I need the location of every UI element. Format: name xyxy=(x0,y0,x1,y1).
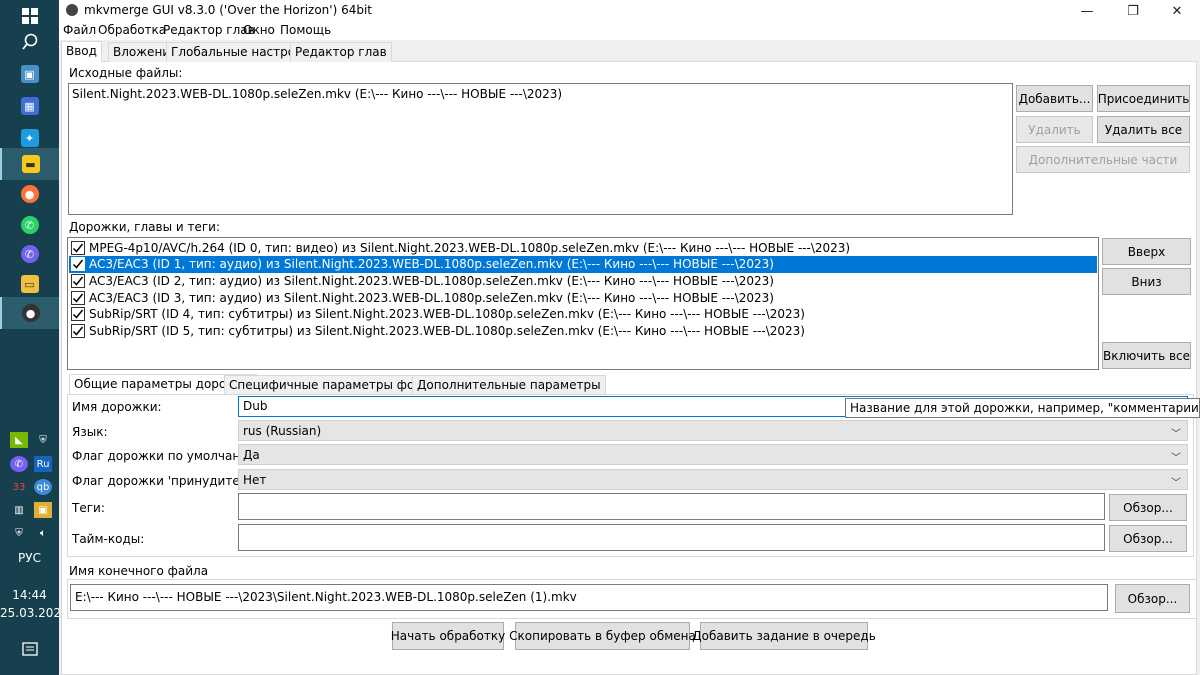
track-name-label: Имя дорожки: xyxy=(72,400,162,414)
search-icon[interactable] xyxy=(0,26,59,58)
source-files-label: Исходные файлы: xyxy=(69,66,183,80)
track-label: AC3/EAC3 (ID 2, тип: аудио) из Silent.Ni… xyxy=(89,273,774,288)
remove-all-button[interactable]: Удалить все xyxy=(1097,116,1190,143)
close-icon[interactable]: ✕ xyxy=(1154,0,1200,22)
track-row[interactable]: MPEG-4p10/AVC/h.264 (ID 0, тип: видео) и… xyxy=(69,239,1097,256)
language-select[interactable]: rus (Russian) ﹀ xyxy=(238,420,1188,441)
track-checkbox[interactable] xyxy=(71,324,85,338)
menu-chapter-editor[interactable]: Редактор глав xyxy=(163,23,255,37)
firefox-icon[interactable]: ● xyxy=(0,178,59,210)
chevron-down-icon: ﹀ xyxy=(1171,453,1181,464)
app-tray-icon[interactable]: ▣ xyxy=(34,502,52,518)
input-language[interactable]: РУС xyxy=(0,551,59,565)
timecodes-input[interactable] xyxy=(238,524,1105,551)
qbittorrent-icon[interactable]: qb xyxy=(34,479,52,495)
track-row[interactable]: AC3/EAC3 (ID 3, тип: аудио) из Silent.Ni… xyxy=(69,289,1097,306)
app-logo-icon xyxy=(66,4,78,16)
default-flag-label: Флаг дорожки по умолчанию: xyxy=(72,449,263,463)
move-down-button[interactable]: Вниз xyxy=(1102,268,1191,295)
track-name-tooltip: Название для этой дорожки, например, "ко… xyxy=(845,398,1200,418)
source-file-item[interactable]: Silent.Night.2023.WEB-DL.1080p.seleZen.m… xyxy=(69,84,1012,104)
track-label: AC3/EAC3 (ID 1, тип: аудио) из Silent.Ni… xyxy=(89,257,774,272)
menu-process[interactable]: Обработка xyxy=(98,23,166,37)
tags-browse-button[interactable]: Обзор... xyxy=(1109,494,1187,521)
app-icon-2[interactable]: ▦ xyxy=(0,90,59,122)
tab-input[interactable]: Ввод xyxy=(61,41,102,62)
tab-chapter-editor[interactable]: Редактор глав xyxy=(290,42,392,62)
counter-badge-text: 33 xyxy=(12,481,26,493)
chevron-down-icon: ﹀ xyxy=(1171,478,1181,489)
viber-icon[interactable]: ✆ xyxy=(0,238,59,270)
forced-flag-select[interactable]: Нет ﹀ xyxy=(238,469,1188,490)
menu-file[interactable]: Файл xyxy=(63,23,96,37)
track-label: MPEG-4p10/AVC/h.264 (ID 0, тип: видео) и… xyxy=(89,240,851,255)
minimize-icon[interactable]: — xyxy=(1064,0,1110,22)
track-checkbox[interactable] xyxy=(71,240,85,255)
ru-badge-text: Ru xyxy=(36,458,50,470)
nvidia-icon[interactable]: ◣ xyxy=(10,432,28,448)
tags-input[interactable] xyxy=(238,493,1105,520)
track-row[interactable]: AC3/EAC3 (ID 1, тип: аудио) из Silent.Ni… xyxy=(69,255,1097,273)
volume-icon[interactable]: 🔈︎ xyxy=(34,525,52,541)
file-explorer-icon[interactable]: ▭ xyxy=(0,268,59,300)
move-up-button[interactable]: Вверх xyxy=(1102,238,1191,265)
append-button[interactable]: Присоединить xyxy=(1097,85,1190,112)
enable-all-button[interactable]: Включить все xyxy=(1102,342,1191,369)
timecodes-label: Тайм-коды: xyxy=(72,532,145,546)
language-value: rus (Russian) xyxy=(243,423,322,438)
security-icon[interactable]: ⛨ xyxy=(10,525,28,541)
window-title: mkvmerge GUI v8.3.0 ('Over the Horizon')… xyxy=(84,3,372,17)
add-to-queue-button[interactable]: Добавить задание в очередь xyxy=(692,622,876,650)
track-label: AC3/EAC3 (ID 3, тип: аудио) из Silent.Ni… xyxy=(89,290,774,305)
track-row[interactable]: SubRip/SRT (ID 5, тип: субтитры) из Sile… xyxy=(69,323,1097,340)
maximize-icon[interactable]: ❐ xyxy=(1110,0,1156,22)
chevron-down-icon: ﹀ xyxy=(1171,429,1181,440)
timecodes-browse-button[interactable]: Обзор... xyxy=(1109,525,1187,552)
track-checkbox[interactable] xyxy=(71,290,85,305)
default-flag-select[interactable]: Да ﹀ xyxy=(238,444,1188,465)
track-checkbox[interactable] xyxy=(71,273,85,288)
track-row[interactable]: AC3/EAC3 (ID 2, тип: аудио) из Silent.Ni… xyxy=(69,272,1097,289)
track-label: SubRip/SRT (ID 5, тип: субтитры) из Sile… xyxy=(89,324,805,338)
output-browse-button[interactable]: Обзор... xyxy=(1115,584,1190,613)
default-flag-value: Да xyxy=(243,447,260,462)
tracks-label: Дорожки, главы и теги: xyxy=(69,220,220,234)
ru-badge-icon[interactable]: Ru xyxy=(34,456,52,472)
menu-help[interactable]: Помощь xyxy=(280,23,331,37)
source-files-list[interactable]: Silent.Night.2023.WEB-DL.1080p.seleZen.m… xyxy=(68,83,1013,215)
taskbar: ▣ ▦ ✦ ▬ ● ✆ ✆ ▭ ● ◣ ⛨ ✆ Ru 33 qb ▥ ▣ ⛨ 🔈… xyxy=(0,0,69,675)
qbittorrent-text: qb xyxy=(36,481,50,493)
app-icon-1[interactable]: ▣ xyxy=(0,58,59,90)
remove-button[interactable]: Удалить xyxy=(1016,116,1093,143)
start-muxing-button[interactable]: Начать обработку xyxy=(391,622,505,650)
forced-flag-value: Нет xyxy=(243,472,267,487)
track-label: SubRip/SRT (ID 4, тип: субтитры) из Sile… xyxy=(89,307,805,322)
counter-badge-icon[interactable]: 33 xyxy=(10,479,28,495)
shield-icon[interactable]: ⛨ xyxy=(34,432,52,448)
output-file-label: Имя конечного файла xyxy=(69,564,209,578)
viber-tray-icon[interactable]: ✆ xyxy=(10,456,28,472)
network-icon[interactable]: ▥ xyxy=(10,502,28,518)
language-label: Язык: xyxy=(72,425,108,439)
output-file-input[interactable]: E:\--- Кино ---\--- НОВЫЕ ---\2023\Silen… xyxy=(70,584,1108,611)
clock-time[interactable]: 14:44 xyxy=(0,588,59,602)
additional-parts-button[interactable]: Дополнительные части xyxy=(1016,146,1190,173)
tab-extra-options[interactable]: Дополнительные параметры xyxy=(412,375,606,395)
whatsapp-icon[interactable]: ✆ xyxy=(0,209,59,241)
mkvtoolnix-icon[interactable]: ● xyxy=(0,297,59,329)
track-row[interactable]: SubRip/SRT (ID 4, тип: субтитры) из Sile… xyxy=(69,306,1097,323)
sticky-notes-icon[interactable]: ▬ xyxy=(0,148,59,180)
clock-date[interactable]: 25.03.2024 xyxy=(0,606,69,620)
tags-label: Теги: xyxy=(72,501,105,515)
menu-window[interactable]: Окно xyxy=(243,23,275,37)
track-checkbox[interactable] xyxy=(71,307,85,322)
notification-icon[interactable] xyxy=(0,633,59,665)
track-checkbox[interactable] xyxy=(71,257,85,272)
copy-to-clipboard-button[interactable]: Скопировать в буфер обмена xyxy=(509,622,696,650)
add-button[interactable]: Добавить... xyxy=(1016,85,1093,112)
